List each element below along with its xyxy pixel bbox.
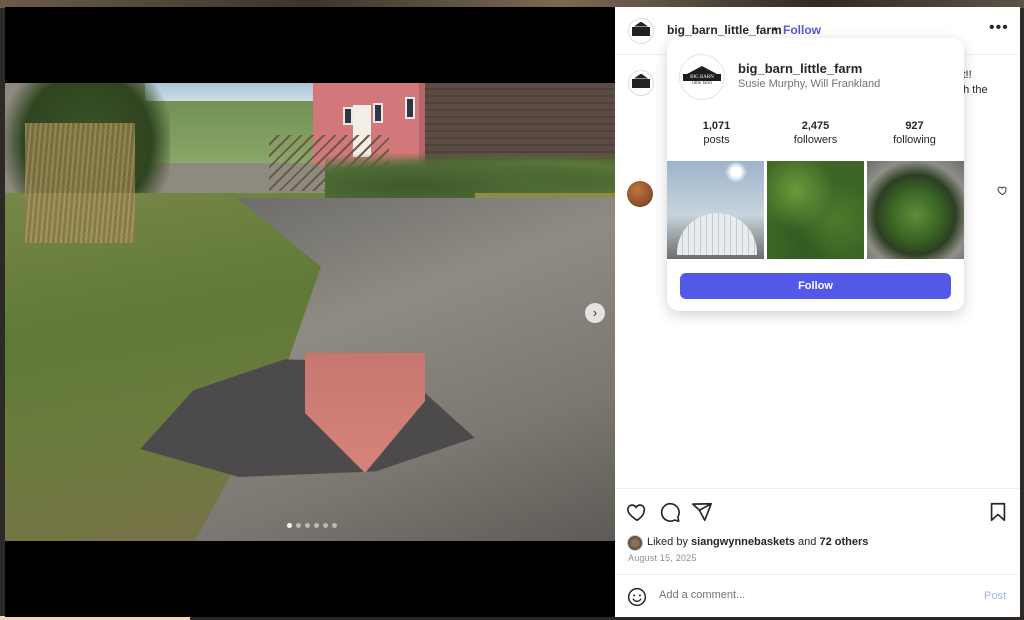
post-date[interactable]: August 15, 2025 <box>628 553 697 563</box>
liker-username[interactable]: siangwynnebaskets <box>691 536 795 548</box>
likes-summary: Liked by siangwynnebaskets and 72 others <box>647 536 868 548</box>
hovercard-follow-button[interactable]: Follow <box>680 273 951 299</box>
post-comment-button[interactable]: Post <box>984 590 1006 602</box>
photo-barn-window <box>373 103 383 123</box>
thumb-hoophouse <box>677 213 757 255</box>
photo-barn-window <box>343 107 353 125</box>
carousel-dot <box>323 523 328 528</box>
post-actions: Liked by siangwynnebaskets and 72 others… <box>615 488 1020 618</box>
carousel-next-button[interactable]: › <box>585 303 605 323</box>
stat-following[interactable]: 927 following <box>865 120 964 146</box>
logo-subtext: little farm <box>692 81 712 86</box>
stat-value: 2,475 <box>801 120 830 132</box>
recent-post-thumbnail[interactable] <box>767 161 864 259</box>
stat-value: 1,071 <box>702 120 731 132</box>
header-separator: • <box>773 22 778 36</box>
likes-prefix: Liked by <box>647 536 688 548</box>
barn-logo-icon <box>632 26 650 36</box>
stat-label: followers <box>793 134 838 146</box>
commenter-avatar[interactable] <box>627 181 653 207</box>
share-icon[interactable] <box>691 501 713 523</box>
hovercard-followed-by: Susie Murphy, Will Frankland <box>738 78 881 90</box>
liker-avatar[interactable] <box>627 535 643 551</box>
carousel-dot <box>314 523 319 528</box>
carousel-dot <box>332 523 337 528</box>
logo-text: BIG BARN <box>683 74 721 81</box>
post-photo[interactable] <box>5 83 615 541</box>
comment-bar: Post <box>615 574 1020 618</box>
stat-posts[interactable]: 1,071 posts <box>667 120 766 146</box>
comment-icon[interactable] <box>659 501 681 523</box>
carousel-dots <box>287 523 337 528</box>
carousel-dot <box>305 523 310 528</box>
photo-barn-window <box>405 97 415 119</box>
comment-input[interactable] <box>659 589 959 601</box>
likes-others-link[interactable]: 72 others <box>819 536 868 548</box>
caption-author-avatar[interactable] <box>628 70 654 96</box>
recent-post-thumbnail[interactable] <box>867 161 964 259</box>
barn-logo-icon <box>632 78 650 88</box>
stat-value: 927 <box>905 120 924 132</box>
thumb-sun <box>725 161 747 183</box>
profile-hover-card: BIG BARN little farm big_barn_little_far… <box>667 38 964 311</box>
header-follow-button[interactable]: Follow <box>783 23 821 37</box>
carousel-dot <box>287 523 292 528</box>
hovercard-username[interactable]: big_barn_little_farm <box>738 61 862 76</box>
chevron-right-icon: › <box>592 305 598 320</box>
author-username[interactable]: big_barn_little_farm <box>667 23 782 37</box>
post-media[interactable]: › <box>5 7 615 617</box>
emoji-icon[interactable] <box>627 587 647 607</box>
carousel-dot <box>296 523 301 528</box>
bookmark-icon[interactable] <box>987 501 1009 523</box>
recent-post-thumbnail[interactable] <box>667 161 764 259</box>
heart-icon[interactable] <box>626 501 648 523</box>
stat-label: posts <box>703 134 730 146</box>
stat-followers[interactable]: 2,475 followers <box>766 120 865 146</box>
hovercard-avatar[interactable]: BIG BARN little farm <box>679 54 725 100</box>
stat-label: following <box>893 134 936 146</box>
likes-joiner: and <box>798 536 817 548</box>
photo-tall-grass <box>25 123 135 243</box>
barn-logo-icon: BIG BARN little farm <box>683 66 721 88</box>
comment-like-icon[interactable] <box>997 185 1008 196</box>
author-avatar[interactable] <box>628 18 654 44</box>
more-options-icon[interactable]: ••• <box>989 19 1009 37</box>
